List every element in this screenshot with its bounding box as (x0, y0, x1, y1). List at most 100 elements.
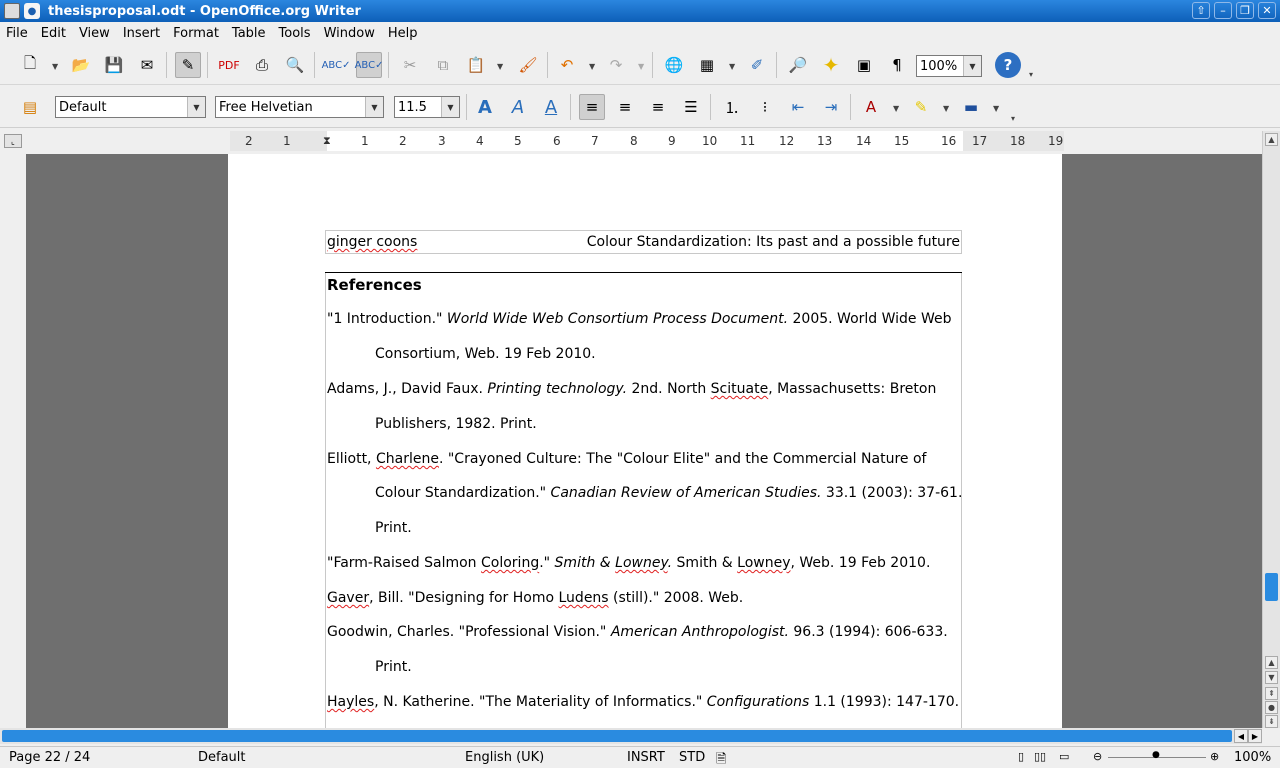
app-menu-icon[interactable] (4, 3, 20, 19)
numbering-icon[interactable]: ⒈ (719, 94, 745, 120)
redo-dropdown-icon[interactable]: ▼ (638, 62, 644, 71)
chevron-down-icon[interactable]: ▼ (963, 56, 981, 76)
scroll-right-icon[interactable]: ▶ (1248, 729, 1262, 743)
page-body[interactable]: References "1 Introduction." World Wide … (325, 273, 962, 728)
help-icon[interactable]: ? (995, 52, 1021, 78)
tab-type-icon[interactable]: ⌞ (4, 134, 22, 148)
print-icon[interactable]: ⎙ (249, 52, 275, 78)
paste-dropdown-icon[interactable]: ▼ (497, 62, 503, 71)
background-dropdown-icon[interactable]: ▼ (993, 104, 999, 113)
book-view-icon[interactable]: ▭ (1059, 750, 1069, 763)
menu-view[interactable]: View (79, 26, 110, 41)
highlighting-icon[interactable]: ✎ (908, 94, 934, 120)
minimize-icon[interactable]: – (1214, 2, 1232, 19)
increase-indent-icon[interactable]: ⇥ (818, 94, 844, 120)
formatting-marks-icon[interactable]: ¶ (884, 52, 910, 78)
edit-file-icon[interactable]: ✎ (175, 52, 201, 78)
font-color-icon[interactable]: A (858, 94, 884, 120)
page-header[interactable]: ginger coons Colour Standardization: Its… (325, 230, 962, 254)
document-icon[interactable]: ● (24, 3, 40, 19)
horizontal-ruler[interactable]: 2 1 ⧗ 1 2 3 4 5 6 7 8 9 10 11 12 13 14 1… (230, 131, 1064, 151)
menu-insert[interactable]: Insert (123, 26, 160, 41)
zoom-slider-thumb[interactable]: ● (1152, 750, 1160, 760)
table-icon[interactable]: ▦ (694, 52, 720, 78)
bullets-icon[interactable]: ⁝ (752, 94, 778, 120)
navigator-icon[interactable]: ✦ (818, 52, 844, 78)
scroll-down-icon[interactable]: ▼ (1265, 671, 1278, 684)
align-right-icon[interactable]: ≡ (645, 94, 671, 120)
document-page[interactable]: ginger coons Colour Standardization: Its… (228, 154, 1062, 728)
open-folder-icon[interactable]: 📂 (68, 52, 94, 78)
align-left-icon[interactable]: ≡ (579, 94, 605, 120)
menu-format[interactable]: Format (173, 26, 219, 41)
gallery-icon[interactable]: ▣ (851, 52, 877, 78)
horizontal-scrollbar[interactable]: ◀ ▶ (0, 728, 1262, 744)
print-preview-icon[interactable]: 🔍 (282, 52, 308, 78)
menu-file[interactable]: File (6, 26, 28, 41)
toolbar-overflow-icon[interactable]: ▾ (1011, 114, 1015, 123)
close-icon[interactable]: ✕ (1258, 2, 1276, 19)
chevron-down-icon[interactable]: ▼ (365, 97, 383, 117)
menu-window[interactable]: Window (324, 26, 375, 41)
multi-page-view-icon[interactable]: ▯▯ (1034, 750, 1046, 763)
redo-icon[interactable]: ↷ (603, 52, 629, 78)
font-name-combo[interactable]: Free Helvetian ▼ (215, 96, 384, 118)
new-document-icon[interactable]: 🗋 (17, 52, 43, 78)
document-workspace[interactable]: ginger coons Colour Standardization: Its… (26, 154, 1262, 728)
align-center-icon[interactable]: ≡ (612, 94, 638, 120)
selection-mode[interactable]: STD (679, 750, 705, 765)
shade-icon[interactable]: ⇧ (1192, 2, 1210, 19)
scroll-up-icon[interactable]: ▲ (1265, 133, 1278, 146)
chevron-down-icon[interactable]: ▼ (187, 97, 205, 117)
zoom-in-icon[interactable]: ⊕ (1210, 750, 1219, 763)
zoom-combo[interactable]: 100% ▼ (916, 55, 982, 77)
paste-icon[interactable]: 📋 (463, 52, 489, 78)
font-size-combo[interactable]: 11.5 ▼ (394, 96, 460, 118)
scroll-up-icon[interactable]: ▲ (1265, 656, 1278, 669)
menu-edit[interactable]: Edit (41, 26, 66, 41)
menu-help[interactable]: Help (388, 26, 418, 41)
chevron-down-icon[interactable]: ▼ (441, 97, 459, 117)
insert-mode[interactable]: INSRT (627, 750, 665, 765)
copy-icon[interactable]: ⧉ (430, 52, 456, 78)
save-icon[interactable]: 💾 (101, 52, 127, 78)
scroll-left-icon[interactable]: ◀ (1234, 729, 1248, 743)
cut-icon[interactable]: ✂ (397, 52, 423, 78)
next-page-icon[interactable]: ⇟ (1265, 715, 1278, 728)
clone-formatting-icon[interactable]: 🖌 (515, 52, 541, 78)
vertical-scrollbar[interactable]: ▲ ▲ ▼ ⇞ ● ⇟ (1262, 131, 1280, 728)
page-style[interactable]: Default (198, 750, 246, 765)
toolbar-overflow-icon[interactable]: ▾ (1029, 70, 1033, 79)
new-dropdown-icon[interactable]: ▼ (52, 62, 58, 71)
horizontal-scroll-thumb[interactable] (2, 730, 1232, 742)
styles-formatting-icon[interactable]: ▤ (17, 94, 43, 120)
maximize-icon[interactable]: ❐ (1236, 2, 1254, 19)
email-icon[interactable]: ✉ (134, 52, 160, 78)
decrease-indent-icon[interactable]: ⇤ (785, 94, 811, 120)
autospellcheck-icon[interactable]: ABC✓ (355, 52, 383, 78)
italic-icon[interactable]: A (505, 94, 531, 120)
first-line-indent-marker[interactable]: ⧗ (323, 134, 331, 148)
background-color-icon[interactable]: ▬ (958, 94, 984, 120)
vertical-scroll-thumb[interactable] (1265, 573, 1278, 601)
page-indicator[interactable]: Page 22 / 24 (9, 750, 90, 765)
previous-page-icon[interactable]: ⇞ (1265, 687, 1278, 700)
zoom-out-icon[interactable]: ⊖ (1093, 750, 1102, 763)
bold-icon[interactable]: A (472, 94, 498, 120)
export-pdf-icon[interactable]: PDF (216, 52, 242, 78)
spellcheck-icon[interactable]: ABC✓ (322, 52, 351, 78)
justify-icon[interactable]: ☰ (678, 94, 704, 120)
highlighting-dropdown-icon[interactable]: ▼ (943, 104, 949, 113)
font-color-dropdown-icon[interactable]: ▼ (893, 104, 899, 113)
menu-tools[interactable]: Tools (279, 26, 311, 41)
undo-icon[interactable]: ↶ (554, 52, 580, 78)
zoom-percent[interactable]: 100% (1234, 750, 1271, 765)
find-replace-icon[interactable]: 🔎 (785, 52, 811, 78)
language[interactable]: English (UK) (465, 750, 544, 765)
undo-dropdown-icon[interactable]: ▼ (589, 62, 595, 71)
table-dropdown-icon[interactable]: ▼ (729, 62, 735, 71)
paragraph-style-combo[interactable]: Default ▼ (55, 96, 206, 118)
hyperlink-icon[interactable]: 🌐 (661, 52, 687, 78)
menu-table[interactable]: Table (232, 26, 266, 41)
show-draw-functions-icon[interactable]: ✐ (744, 52, 770, 78)
